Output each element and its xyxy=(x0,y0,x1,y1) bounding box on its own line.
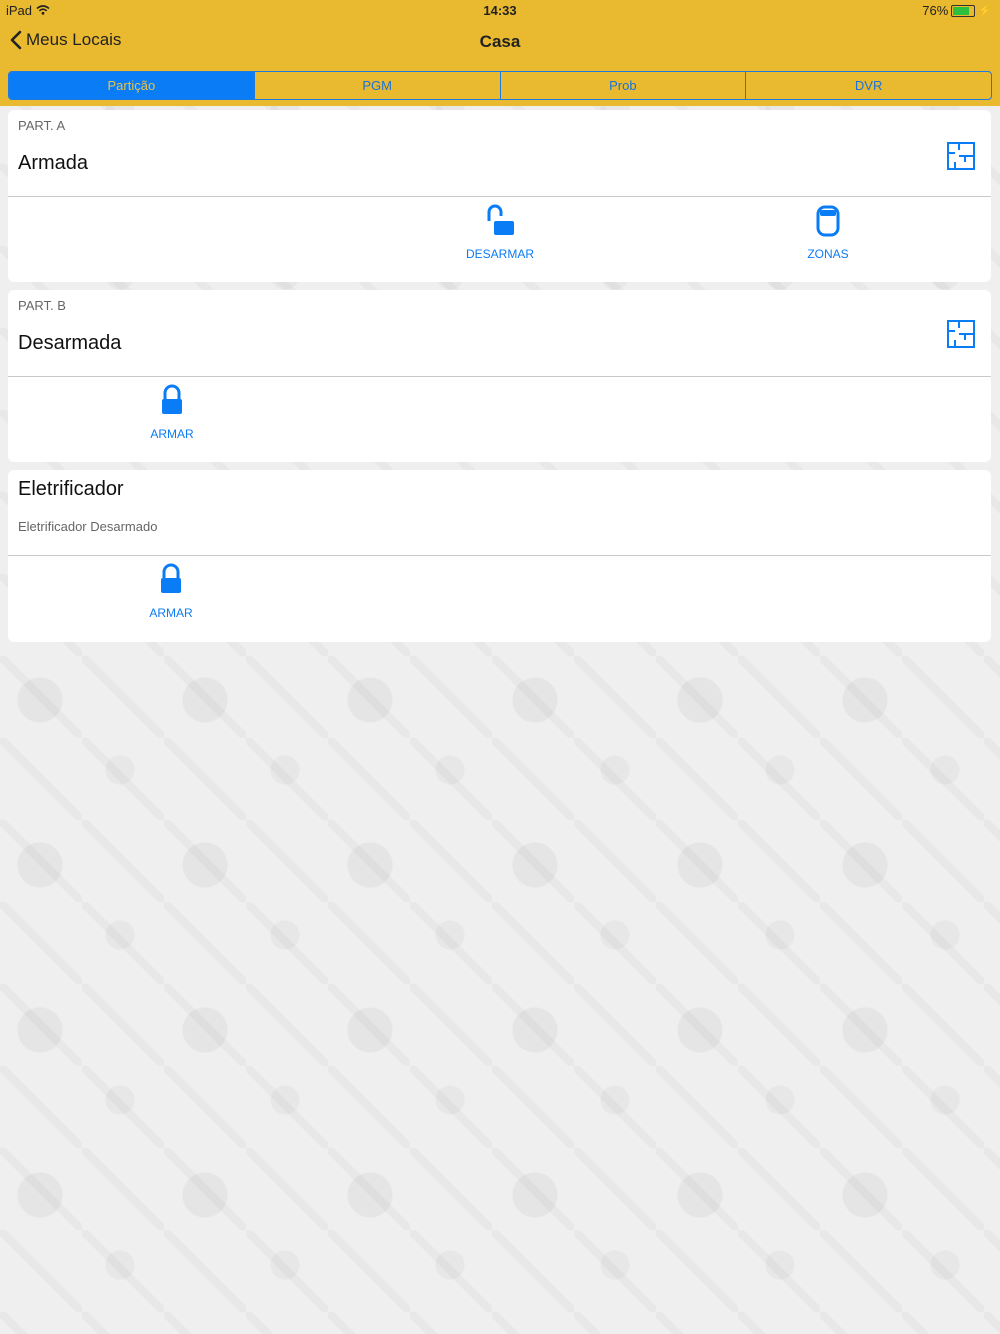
tab-dvr[interactable]: DVR xyxy=(745,72,991,99)
partition-status: Armada xyxy=(18,152,89,174)
action-label: ARMAR xyxy=(149,606,193,620)
arm-button[interactable]: ARMAR xyxy=(112,384,232,441)
page-title: Casa xyxy=(479,32,521,51)
sensor-icon xyxy=(816,205,840,237)
action-label: ZONAS xyxy=(807,247,849,261)
partition-card-b: PART. B Desarmada ARMAR xyxy=(8,290,991,462)
partition-card-a: PART. A Armada DESARMAR ZONAS xyxy=(8,110,991,282)
segmented-control: Partição PGM Prob DVR xyxy=(8,71,992,100)
lock-icon xyxy=(161,563,181,593)
action-label: ARMAR xyxy=(150,427,194,441)
status-bar: iPad 14:33 76% ⚡ xyxy=(0,0,1000,22)
electrifier-status: Eletrificador Desarmado xyxy=(18,519,158,534)
charging-icon: ⚡ xyxy=(978,5,992,17)
arm-electrifier-button[interactable]: ARMAR xyxy=(111,563,231,620)
partition-label: PART. A xyxy=(18,118,66,133)
divider xyxy=(8,196,991,197)
status-time: 14:33 xyxy=(483,3,517,18)
unlock-icon xyxy=(487,204,514,235)
segment-bar: Partição PGM Prob DVR xyxy=(0,62,1000,106)
partition-status: Desarmada xyxy=(18,332,122,354)
tab-pgm[interactable]: PGM xyxy=(253,72,500,99)
floor-plan-icon[interactable] xyxy=(945,140,977,172)
disarm-button[interactable]: DESARMAR xyxy=(440,204,560,261)
electrifier-card: Eletrificador Eletrificador Desarmado AR… xyxy=(8,470,991,642)
divider xyxy=(8,555,991,556)
battery-percent: 76% xyxy=(922,3,949,18)
battery-icon xyxy=(951,4,976,17)
divider xyxy=(8,376,991,377)
navigation-bar: Meus Locais Casa xyxy=(0,22,1000,62)
zones-button[interactable]: ZONAS xyxy=(768,204,888,261)
floor-plan-icon[interactable] xyxy=(945,318,977,350)
partition-label: PART. B xyxy=(18,298,66,313)
lock-icon xyxy=(162,384,182,414)
electrifier-title: Eletrificador xyxy=(18,478,124,500)
tab-prob[interactable]: Prob xyxy=(499,72,746,99)
action-label: DESARMAR xyxy=(465,247,534,261)
status-right: 76% ⚡ xyxy=(922,3,992,18)
tab-particao[interactable]: Partição xyxy=(9,72,254,99)
